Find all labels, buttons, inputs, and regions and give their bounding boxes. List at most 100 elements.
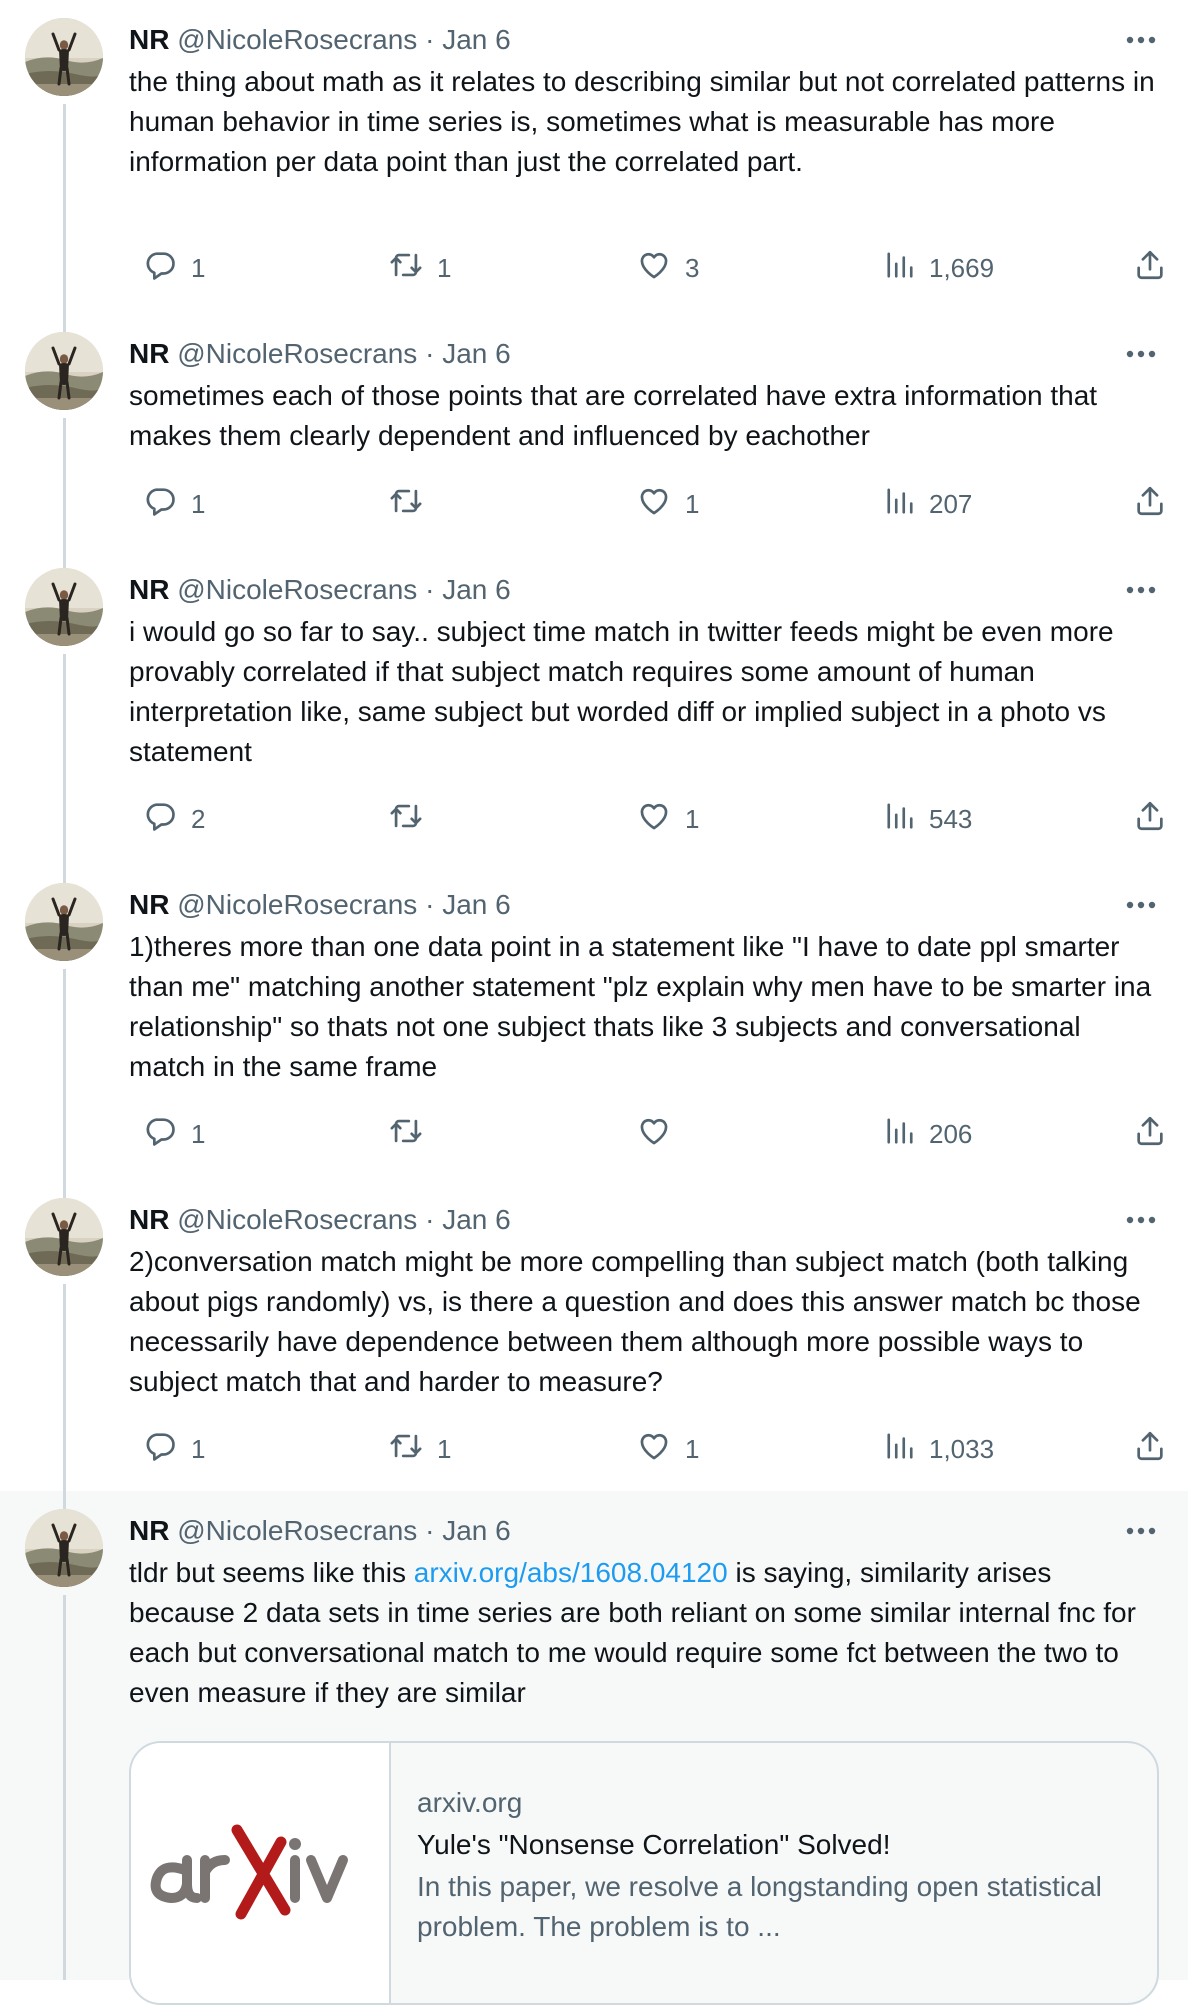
retweet-button[interactable]: 1 bbox=[375, 1429, 451, 1469]
display-name[interactable]: NR bbox=[129, 889, 169, 920]
display-name[interactable]: NR bbox=[129, 338, 169, 369]
like-count: 1 bbox=[685, 803, 700, 834]
like-button[interactable] bbox=[623, 1114, 685, 1154]
tweet-actions: 1 1 1 1,033 bbox=[129, 1429, 1163, 1469]
reply-button[interactable]: 1 bbox=[129, 248, 205, 288]
card-title: Yule's "Nonsense Correlation" Solved! bbox=[417, 1829, 891, 1860]
user-handle[interactable]: @NicoleRosecrans bbox=[177, 338, 417, 369]
user-handle[interactable]: @NicoleRosecrans bbox=[177, 1515, 417, 1546]
user-handle[interactable]: @NicoleRosecrans bbox=[177, 1204, 417, 1235]
display-name[interactable]: NR bbox=[129, 1204, 169, 1235]
tweet-date[interactable]: Jan 6 bbox=[442, 889, 511, 920]
like-icon bbox=[637, 248, 671, 289]
display-name[interactable]: NR bbox=[129, 24, 169, 55]
views-button[interactable]: 206 bbox=[871, 1114, 972, 1154]
separator-dot: · bbox=[425, 338, 435, 369]
reply-icon bbox=[143, 484, 177, 525]
retweet-button[interactable] bbox=[375, 1114, 437, 1154]
thread-rail bbox=[63, 865, 66, 883]
views-button[interactable]: 1,033 bbox=[871, 1429, 994, 1469]
link-card[interactable]: arxiv.org Yule's "Nonsense Correlation" … bbox=[129, 1741, 1159, 2005]
tweet[interactable]: NR @NicoleRosecrans · Jan 6 i would go s… bbox=[0, 550, 1188, 865]
like-button[interactable]: 1 bbox=[623, 484, 699, 524]
retweet-button[interactable]: 1 bbox=[375, 248, 451, 288]
share-button[interactable] bbox=[1119, 1429, 1167, 1469]
thread-rail bbox=[63, 1595, 66, 1980]
share-button[interactable] bbox=[1119, 484, 1167, 524]
user-handle[interactable]: @NicoleRosecrans bbox=[177, 574, 417, 605]
avatar[interactable] bbox=[25, 1198, 103, 1276]
tweet[interactable]: NR @NicoleRosecrans · Jan 6 2)conversati… bbox=[0, 1180, 1188, 1491]
reply-count: 1 bbox=[191, 252, 206, 283]
views-icon bbox=[885, 801, 915, 838]
views-count: 543 bbox=[929, 803, 973, 834]
thread: NR @NicoleRosecrans · Jan 6 the thing ab… bbox=[0, 0, 1188, 2005]
tweet-text: tldr but seems like this arxiv.org/abs/1… bbox=[129, 1553, 1159, 1713]
avatar[interactable] bbox=[25, 18, 103, 96]
reply-icon bbox=[143, 1114, 177, 1155]
thread-rail bbox=[63, 314, 66, 332]
tweet-date[interactable]: Jan 6 bbox=[442, 1204, 511, 1235]
display-name[interactable]: NR bbox=[129, 574, 169, 605]
like-button[interactable]: 3 bbox=[623, 248, 699, 288]
thread-rail bbox=[63, 969, 66, 1180]
views-button[interactable]: 543 bbox=[871, 799, 972, 839]
reply-count: 1 bbox=[191, 1433, 206, 1464]
reply-button[interactable]: 1 bbox=[129, 1429, 205, 1469]
separator-dot: · bbox=[425, 574, 435, 605]
display-name[interactable]: NR bbox=[129, 1515, 169, 1546]
views-icon bbox=[885, 250, 915, 287]
share-button[interactable] bbox=[1119, 1114, 1167, 1154]
views-button[interactable]: 207 bbox=[871, 484, 972, 524]
reply-button[interactable]: 1 bbox=[129, 1114, 205, 1154]
avatar[interactable] bbox=[25, 332, 103, 410]
card-body: arxiv.org Yule's "Nonsense Correlation" … bbox=[417, 1783, 1137, 1947]
avatar[interactable] bbox=[25, 568, 103, 646]
card-description: In this paper, we resolve a longstanding… bbox=[417, 1871, 1102, 1942]
tweet-header: NR @NicoleRosecrans · Jan 6 bbox=[129, 1202, 1159, 1238]
like-button[interactable]: 1 bbox=[623, 1429, 699, 1469]
tweet-date[interactable]: Jan 6 bbox=[442, 574, 511, 605]
tweet-date[interactable]: Jan 6 bbox=[442, 1515, 511, 1546]
retweet-button[interactable] bbox=[375, 799, 437, 839]
tweet-text: i would go so far to say.. subject time … bbox=[129, 616, 1114, 767]
tweet[interactable]: NR @NicoleRosecrans · Jan 6 the thing ab… bbox=[0, 0, 1188, 314]
tweet-text: the thing about math as it relates to de… bbox=[129, 66, 1155, 177]
avatar[interactable] bbox=[25, 1509, 103, 1587]
thread-rail bbox=[63, 1180, 66, 1198]
like-button[interactable]: 1 bbox=[623, 799, 699, 839]
tweet-actions: 1 1 207 bbox=[129, 484, 1163, 524]
separator-dot: · bbox=[425, 1204, 435, 1235]
views-icon bbox=[885, 1116, 915, 1153]
views-icon bbox=[885, 486, 915, 523]
thread-rail bbox=[63, 104, 66, 314]
reply-icon bbox=[143, 248, 177, 289]
share-button[interactable] bbox=[1119, 799, 1167, 839]
reply-button[interactable]: 2 bbox=[129, 799, 205, 839]
reply-icon bbox=[143, 1429, 177, 1470]
tweet[interactable]: NR @NicoleRosecrans · Jan 6 sometimes ea… bbox=[0, 314, 1188, 550]
tweet-actions: 1 1 3 1,669 bbox=[129, 248, 1163, 288]
tweet-text: sometimes each of those points that are … bbox=[129, 380, 1098, 451]
user-handle[interactable]: @NicoleRosecrans bbox=[177, 24, 417, 55]
tweet[interactable]: NR @NicoleRosecrans · Jan 6 1)theres mor… bbox=[0, 865, 1188, 1180]
share-icon bbox=[1133, 799, 1167, 840]
tweet-date[interactable]: Jan 6 bbox=[442, 338, 511, 369]
tweet-actions: 2 1 543 bbox=[129, 799, 1163, 839]
retweet-button[interactable] bbox=[375, 484, 437, 524]
like-icon bbox=[637, 1429, 671, 1470]
tweet-date[interactable]: Jan 6 bbox=[442, 24, 511, 55]
tweet-text: 1)theres more than one data point in a s… bbox=[129, 931, 1152, 1082]
reply-button[interactable]: 1 bbox=[129, 484, 205, 524]
user-handle[interactable]: @NicoleRosecrans bbox=[177, 889, 417, 920]
tweet-text-start: tldr but seems like this bbox=[129, 1557, 414, 1588]
tweet-header: NR @NicoleRosecrans · Jan 6 bbox=[129, 336, 1159, 372]
avatar[interactable] bbox=[25, 883, 103, 961]
card-thumbnail bbox=[131, 1743, 391, 2003]
tweet-link[interactable]: arxiv.org/abs/1608.04120 bbox=[414, 1557, 728, 1588]
tweet-focused[interactable]: NR @NicoleRosecrans · Jan 6 tldr but see… bbox=[0, 1491, 1188, 2005]
thread-rail bbox=[63, 654, 66, 865]
share-button[interactable] bbox=[1119, 248, 1167, 288]
like-icon bbox=[637, 799, 671, 840]
views-button[interactable]: 1,669 bbox=[871, 248, 994, 288]
